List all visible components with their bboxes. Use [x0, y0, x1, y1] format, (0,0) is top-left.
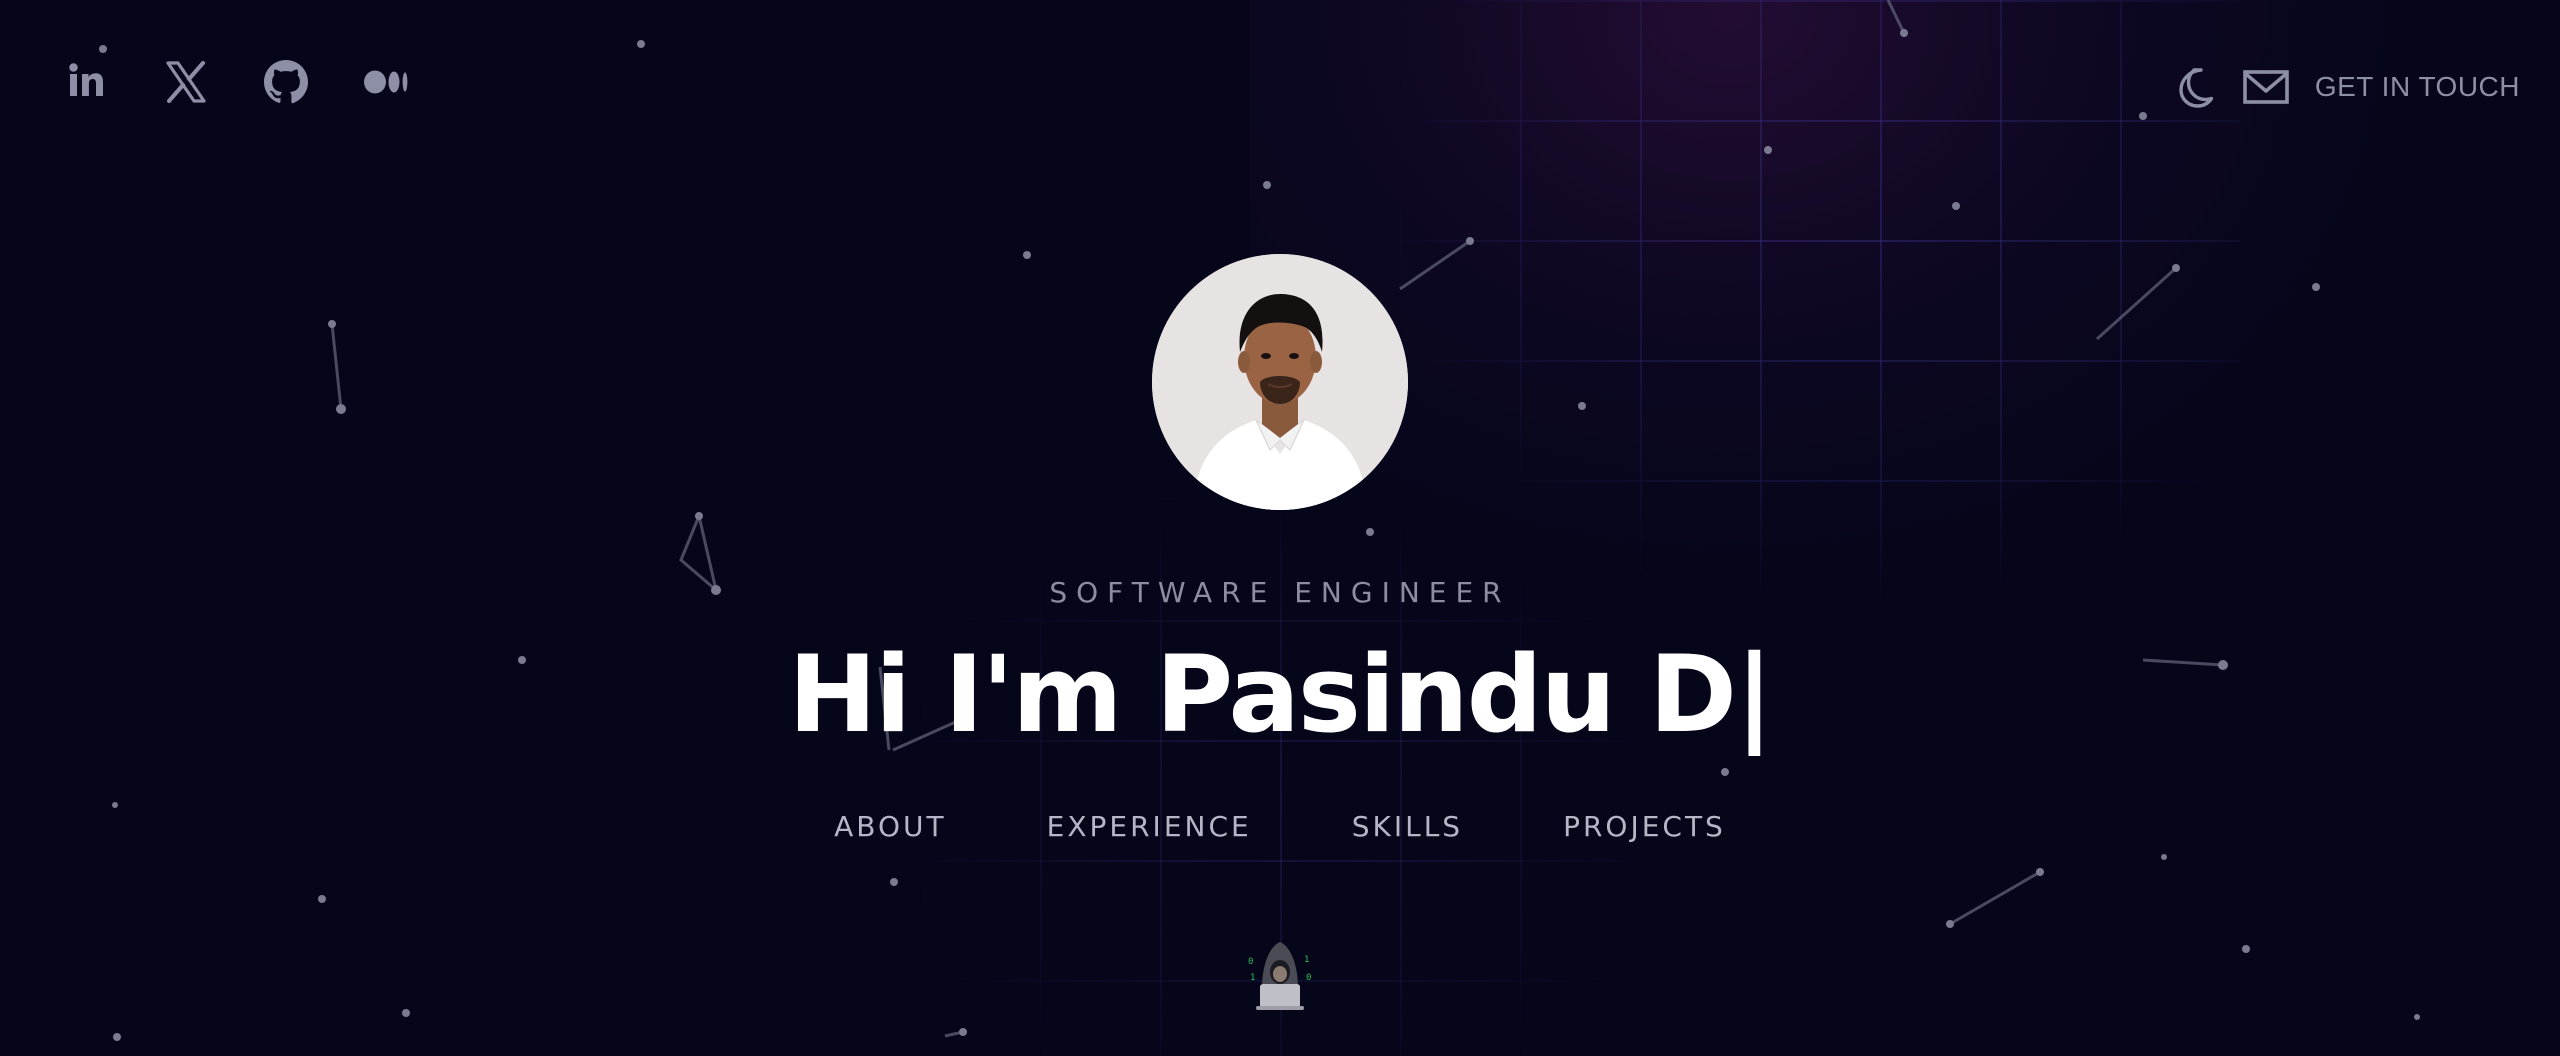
linkedin-link[interactable]: [62, 58, 110, 106]
medium-link[interactable]: [362, 58, 410, 106]
mail-button[interactable]: [2243, 64, 2289, 110]
nav-about[interactable]: ABOUT: [834, 810, 947, 843]
constellation-background: [99, 0, 2420, 1041]
background-grid-top: [1400, 0, 2240, 600]
svg-text:1: 1: [1250, 973, 1255, 983]
nav-skills[interactable]: SKILLS: [1352, 810, 1463, 843]
profile-avatar: [1152, 254, 1408, 510]
svg-text:1: 1: [1304, 955, 1309, 965]
hero-subtitle: SOFTWARE ENGINEER: [1049, 576, 1511, 609]
svg-text:0: 0: [1248, 957, 1253, 967]
moon-icon: [2179, 68, 2214, 108]
hero-headline: Hi I'm Pasindu D|: [788, 633, 1773, 756]
header-actions: GET IN TOUCH: [2171, 64, 2520, 110]
medium-icon: [364, 70, 408, 94]
nav-projects[interactable]: PROJECTS: [1563, 810, 1726, 843]
hacker-icon: 0 1 1 0: [1248, 942, 1311, 1010]
hacker-mascot: 0 1 1 0: [1240, 934, 1320, 1014]
theme-toggle-button[interactable]: [2171, 64, 2217, 110]
section-nav: ABOUT EXPERIENCE SKILLS PROJECTS: [0, 810, 2560, 843]
github-icon: [264, 60, 308, 104]
get-in-touch-link[interactable]: GET IN TOUCH: [2315, 71, 2520, 103]
x-link[interactable]: [162, 58, 210, 106]
linkedin-icon: [69, 63, 103, 96]
mail-icon: [2243, 70, 2289, 104]
svg-text:0: 0: [1306, 973, 1311, 983]
nav-experience[interactable]: EXPERIENCE: [1047, 810, 1252, 843]
github-link[interactable]: [262, 58, 310, 106]
x-icon: [166, 61, 206, 103]
profile-photo: [1152, 254, 1408, 510]
social-links: [62, 58, 410, 106]
